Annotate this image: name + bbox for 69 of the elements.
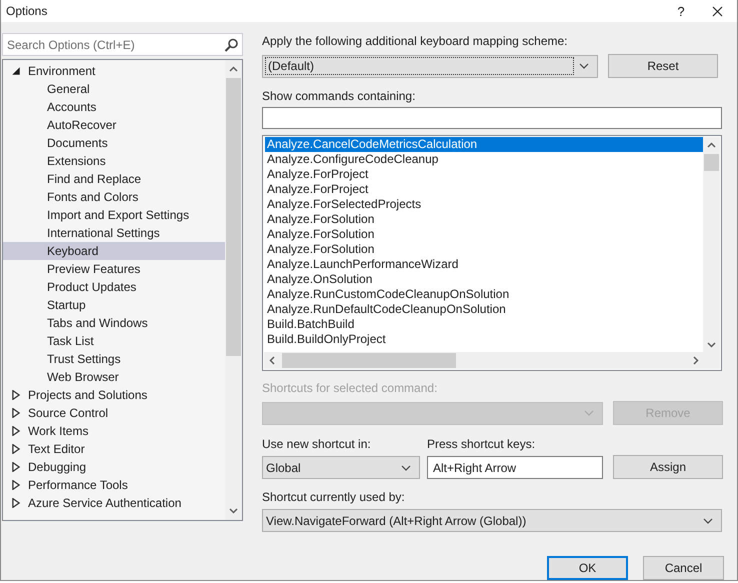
tree-item[interactable]: Accounts (3, 98, 226, 116)
search-field[interactable]: Search Options (Ctrl+E) (2, 33, 243, 56)
command-item[interactable]: Analyze.RunDefaultCodeCleanupOnSolution (265, 302, 705, 317)
command-item[interactable]: Analyze.ForSolution (265, 227, 705, 242)
tree-item[interactable]: Source Control (3, 404, 226, 422)
dialog-button[interactable]: OK (547, 556, 628, 580)
tree-item[interactable]: Text Editor (3, 440, 226, 458)
scrollbar-thumb[interactable] (226, 78, 241, 356)
field-label: Apply the following additional keyboard mapping scheme: (262, 33, 569, 50)
command-item[interactable]: Analyze.ForSolution (265, 212, 705, 227)
command-item[interactable]: Build.BatchBuild (265, 317, 705, 332)
dialog-button[interactable]: Cancel (643, 556, 724, 580)
scheme-dropdown[interactable]: (Default) (262, 54, 598, 78)
tree-item[interactable]: Task List (3, 332, 226, 350)
assign-button[interactable]: Assign (613, 455, 723, 479)
scrollbar-thumb[interactable] (282, 353, 456, 368)
tree-item[interactable]: Tabs and Windows (3, 314, 226, 332)
field-label: Press shortcut keys: (427, 436, 536, 453)
used-by-dropdown[interactable]: View.NavigateForward (Alt+Right Arrow (Global)) (262, 509, 722, 532)
chevron-down-icon (579, 63, 589, 69)
filter-input-field[interactable] (262, 107, 722, 129)
tree-item[interactable]: International Settings (3, 224, 226, 242)
tree-item[interactable]: Azure Service Authentication (3, 494, 226, 512)
tree-item[interactable]: Work Items (3, 422, 226, 440)
tree-item[interactable]: Projects and Solutions (3, 386, 226, 404)
tree-item[interactable]: General (3, 80, 226, 98)
tree-item[interactable]: Documents (3, 134, 226, 152)
command-item[interactable]: Analyze.CancelCodeMetricsCalculation (265, 137, 705, 152)
scrollbar-thumb[interactable] (704, 154, 719, 171)
tree-item[interactable]: Web Browser (3, 368, 226, 386)
tree-item[interactable]: Fonts and Colors (3, 188, 226, 206)
tree-item[interactable]: Product Updates (3, 278, 226, 296)
tree-item[interactable]: Import and Export Settings (3, 206, 226, 224)
vertical-scrollbar[interactable] (225, 60, 242, 520)
scope-dropdown[interactable]: Global (262, 456, 420, 479)
command-item[interactable]: Analyze.ConfigureCodeCleanup (265, 152, 705, 167)
command-item[interactable]: Build.BuildOnlyProject (265, 332, 705, 347)
tree-item[interactable]: Performance Tools (3, 476, 226, 494)
tree-item[interactable]: Preview Features (3, 260, 226, 278)
close-icon[interactable] (712, 6, 723, 16)
window-title: Options (6, 4, 48, 18)
tree-item[interactable]: AutoRecover (3, 116, 226, 134)
field-label: Show commands containing: (262, 88, 416, 105)
tree-item[interactable]: Startup (3, 296, 226, 314)
tree-item[interactable]: Trust Settings (3, 350, 226, 368)
horizontal-scrollbar[interactable] (264, 352, 704, 369)
tree-item[interactable]: Find and Replace (3, 170, 226, 188)
command-item[interactable]: Analyze.ForProject (265, 167, 705, 182)
field-label: Shortcuts for selected command: (262, 380, 438, 397)
shortcut-keys-field[interactable]: Alt+Right Arrow (427, 456, 603, 479)
vertical-scrollbar[interactable] (703, 137, 720, 353)
chevron-down-icon (703, 518, 713, 524)
chevron-down-icon (401, 464, 411, 470)
help-button[interactable]: ? (666, 4, 696, 18)
command-item[interactable]: Analyze.OnSolution (265, 272, 705, 287)
command-item[interactable]: Analyze.LaunchPerformanceWizard (265, 257, 705, 272)
tree-item[interactable]: Keyboard (3, 242, 226, 260)
tree-item[interactable]: Debugging (3, 458, 226, 476)
reset-button[interactable]: Reset (608, 54, 718, 78)
chevron-down-icon (584, 410, 594, 416)
command-item[interactable]: Analyze.ForProject (265, 182, 705, 197)
field-label: Shortcut currently used by: (262, 489, 406, 506)
command-item[interactable]: Analyze.ForSelectedProjects (265, 197, 705, 212)
command-item[interactable]: Analyze.RunCustomCodeCleanupOnSolution (265, 287, 705, 302)
tree-item[interactable]: Environment (3, 62, 226, 80)
command-item[interactable]: Analyze.ForSolution (265, 242, 705, 257)
search-icon (224, 38, 238, 52)
field-label: Use new shortcut in: (262, 436, 372, 453)
tree-item[interactable]: Extensions (3, 152, 226, 170)
